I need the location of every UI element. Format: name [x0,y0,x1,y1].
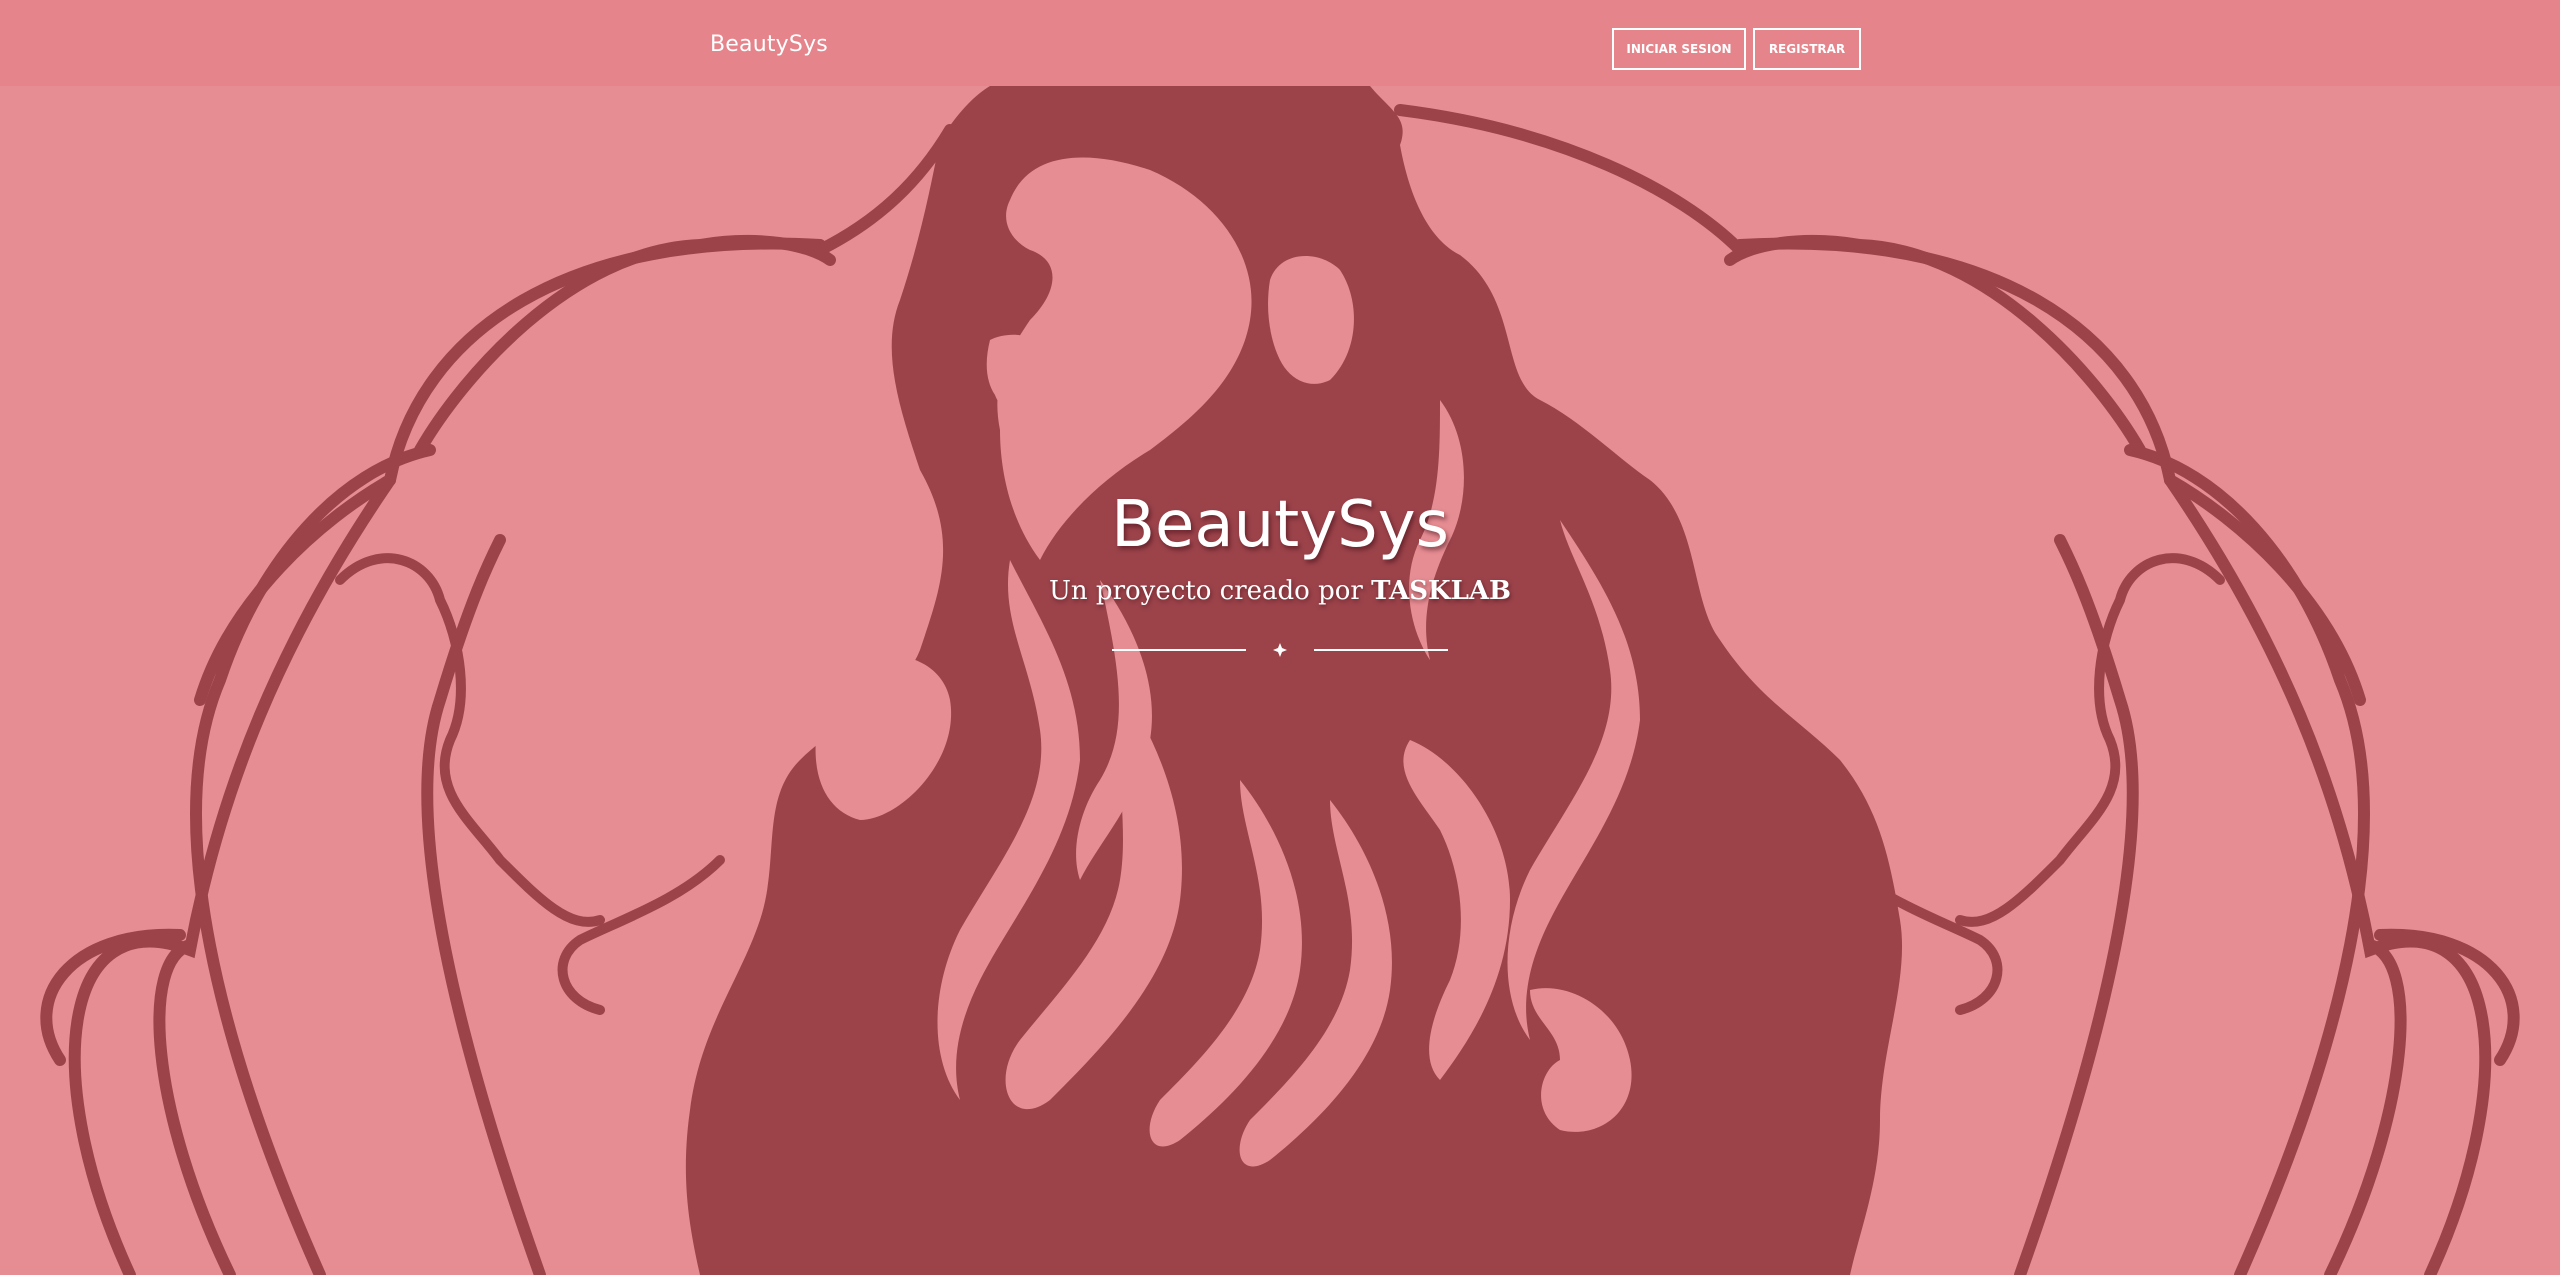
hero-illustration [40,86,2520,1275]
hero-subtitle-strong: TASKLAB [1371,576,1511,606]
login-button[interactable]: INICIAR SESION [1612,28,1746,70]
brand-logo-link[interactable]: BeautySys [710,32,828,57]
star-icon [1273,643,1287,657]
divider-line-left [1112,649,1246,651]
hero-subtitle-prefix: Un proyecto creado por [1049,576,1372,606]
top-navbar: BeautySys INICIAR SESION REGISTRAR [0,0,2560,86]
hero-subtitle: Un proyecto creado por TASKLAB [0,576,2560,606]
hero-title: BeautySys [1111,488,1449,562]
register-button[interactable]: REGISTRAR [1753,28,1861,70]
landing-page: BeautySys INICIAR SESION REGISTRAR Beaut… [0,0,2560,1275]
divider-line-right [1314,649,1448,651]
